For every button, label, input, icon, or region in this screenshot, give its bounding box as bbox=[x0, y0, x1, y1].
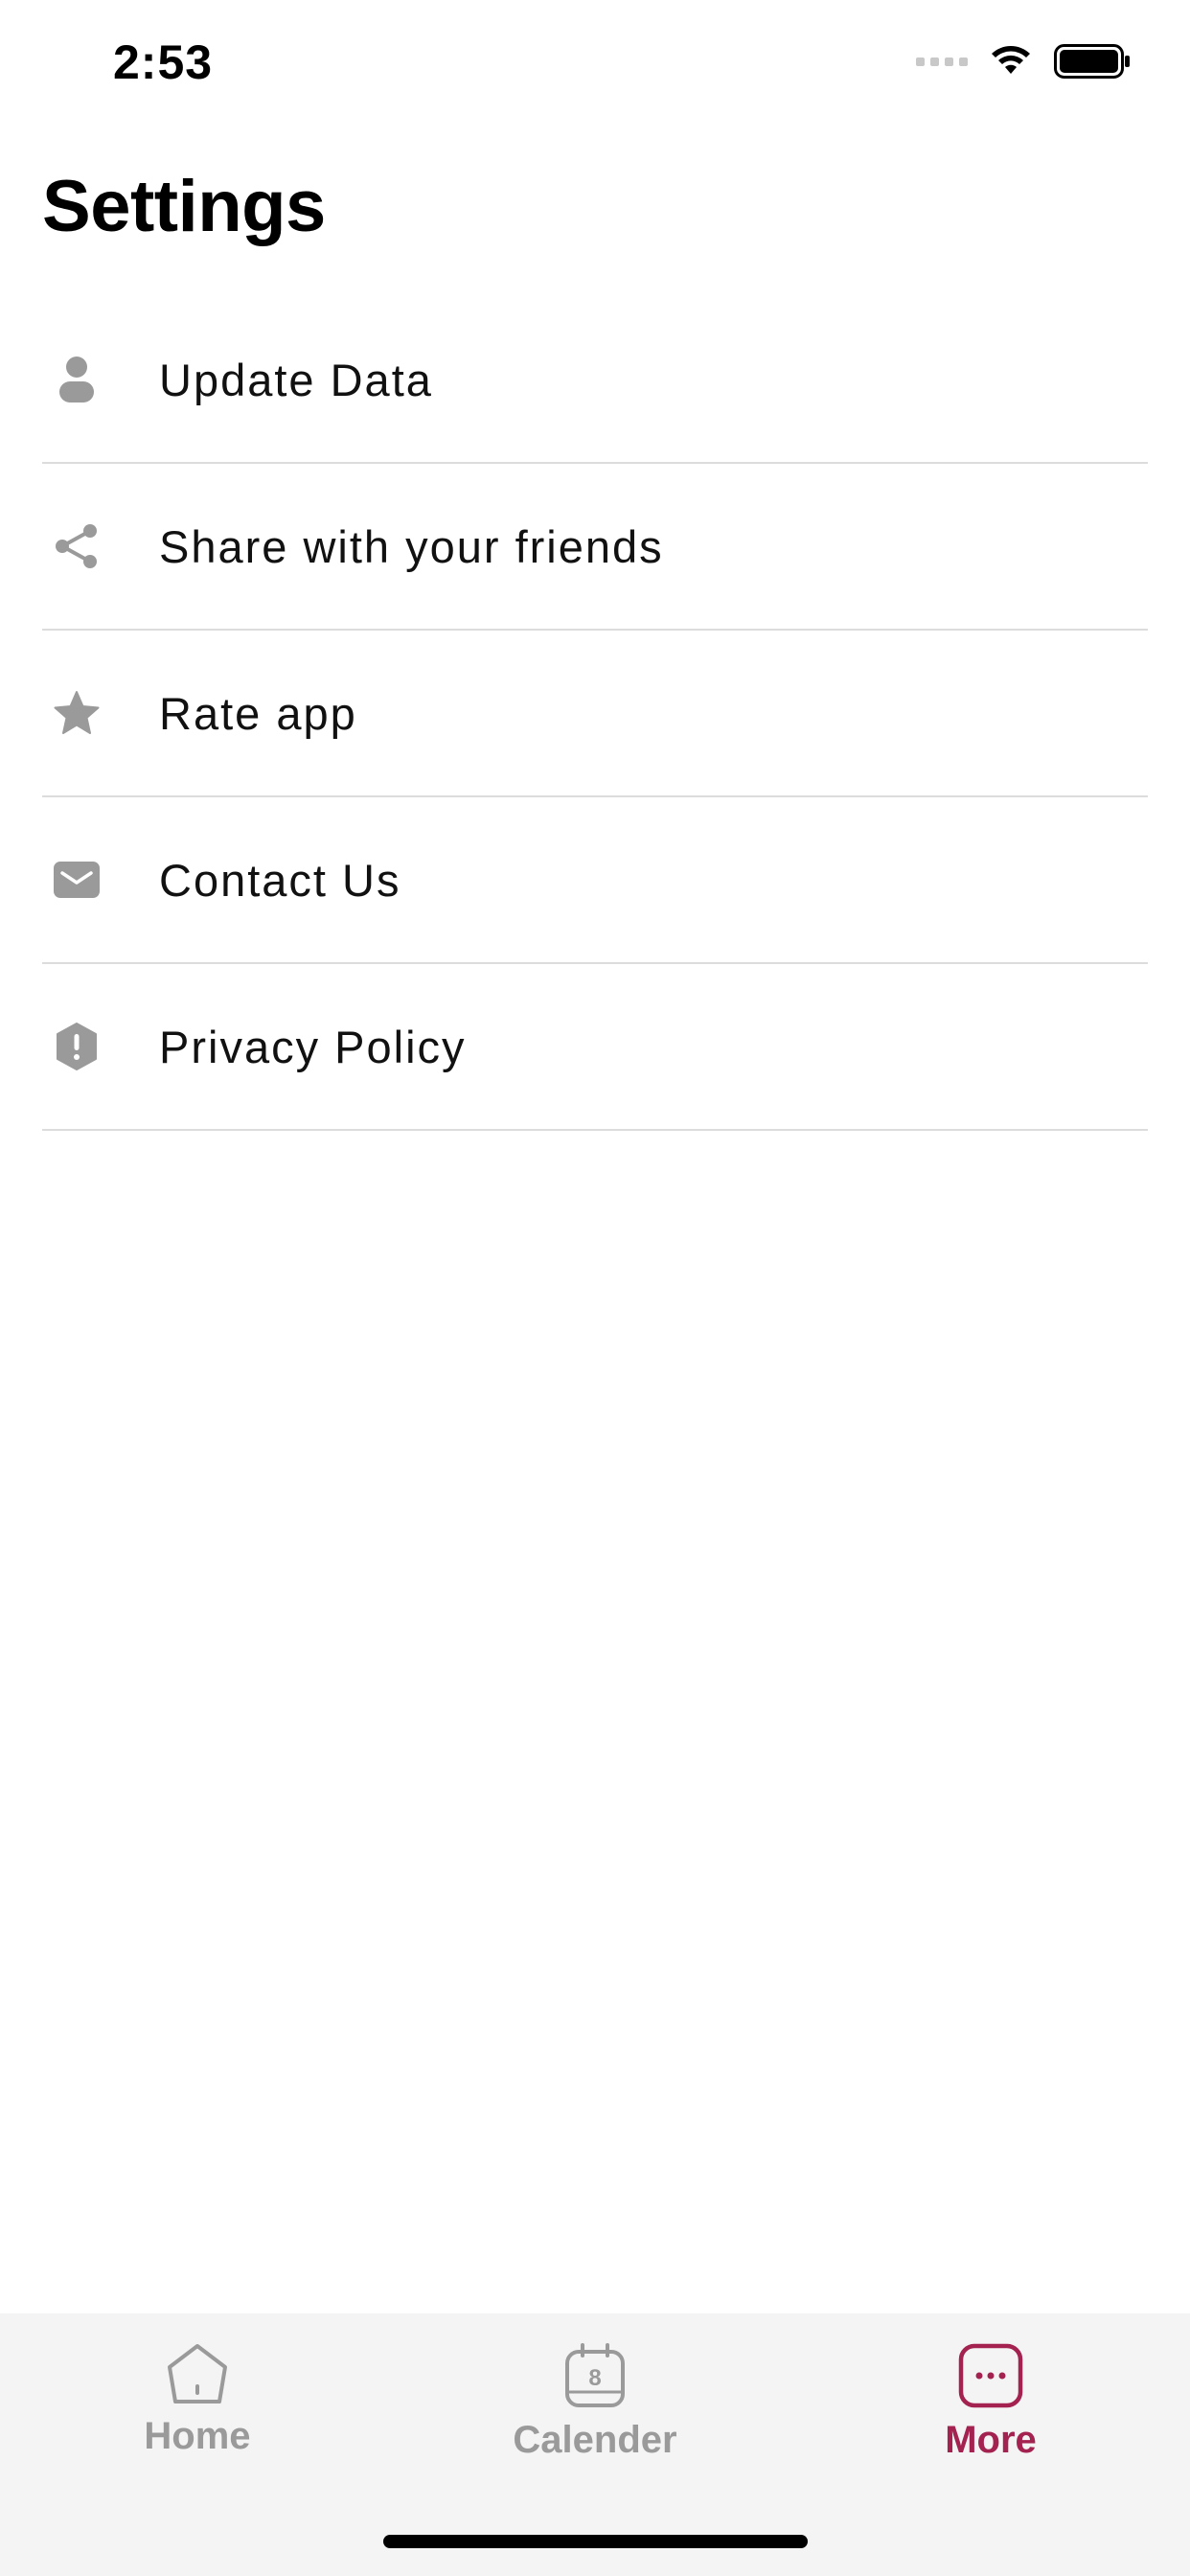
tab-calender-label: Calender bbox=[513, 2419, 677, 2461]
mail-icon bbox=[42, 845, 111, 914]
tab-home[interactable]: Home bbox=[73, 2342, 322, 2458]
home-indicator bbox=[383, 2535, 808, 2548]
settings-screen: 2:53 Settings Update Data Share with you… bbox=[0, 0, 1190, 2576]
person-icon bbox=[42, 345, 111, 414]
tab-home-label: Home bbox=[144, 2415, 251, 2457]
star-icon bbox=[42, 678, 111, 748]
settings-item-share[interactable]: Share with your friends bbox=[42, 464, 1148, 631]
wifi-icon bbox=[992, 46, 1030, 74]
home-icon bbox=[168, 2344, 227, 2404]
settings-item-rate-app[interactable]: Rate app bbox=[42, 631, 1148, 797]
page-title: Settings bbox=[42, 166, 326, 247]
settings-item-label: Rate app bbox=[159, 687, 357, 739]
settings-item-label: Privacy Policy bbox=[159, 1021, 467, 1072]
settings-item-label: Contact Us bbox=[159, 854, 401, 906]
share-icon bbox=[42, 512, 111, 581]
settings-item-update-data[interactable]: Update Data bbox=[42, 297, 1148, 464]
settings-item-label: Update Data bbox=[159, 354, 433, 405]
settings-item-privacy-policy[interactable]: Privacy Policy bbox=[42, 964, 1148, 1131]
tab-calender[interactable]: 8 Calender bbox=[470, 2342, 720, 2462]
cellular-signal-icon bbox=[916, 57, 968, 66]
settings-item-label: Share with your friends bbox=[159, 520, 664, 572]
shield-alert-icon bbox=[42, 1012, 111, 1081]
more-icon bbox=[958, 2343, 1023, 2408]
settings-list: Update Data Share with your friends Rate… bbox=[42, 297, 1148, 1131]
status-indicators bbox=[916, 44, 1131, 79]
tab-more[interactable]: More bbox=[866, 2342, 1115, 2462]
settings-item-contact-us[interactable]: Contact Us bbox=[42, 797, 1148, 964]
calendar-icon: 8 bbox=[565, 2343, 625, 2407]
calendar-day-number: 8 bbox=[588, 2365, 601, 2391]
status-time: 2:53 bbox=[113, 35, 214, 89]
status-bar: 2:53 bbox=[0, 0, 1190, 134]
battery-icon bbox=[1054, 44, 1130, 79]
tab-more-label: More bbox=[945, 2419, 1037, 2461]
